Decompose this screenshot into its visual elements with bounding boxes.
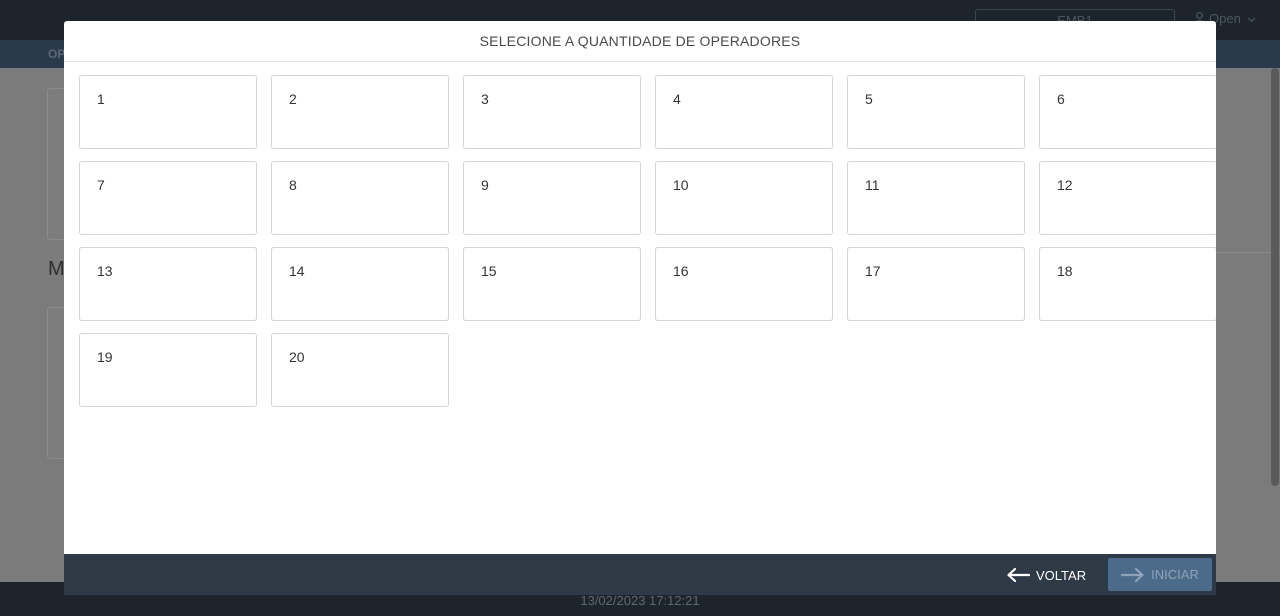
operator-option-11[interactable]: 11 <box>847 161 1025 235</box>
start-button[interactable]: INICIAR <box>1108 558 1212 591</box>
operator-option-15[interactable]: 15 <box>463 247 641 321</box>
option-label: 14 <box>289 263 305 279</box>
back-button[interactable]: VOLTAR <box>1006 564 1086 586</box>
dialog-title: SELECIONE A QUANTIDADE DE OPERADORES <box>64 21 1216 62</box>
back-button-label: VOLTAR <box>1036 567 1087 583</box>
option-label: 17 <box>865 263 881 279</box>
operator-option-2[interactable]: 2 <box>271 75 449 149</box>
operator-count-dialog: SELECIONE A QUANTIDADE DE OPERADORES 1 2… <box>64 21 1216 595</box>
option-label: 10 <box>673 177 689 193</box>
option-label: 11 <box>865 177 880 193</box>
operator-option-10[interactable]: 10 <box>655 161 833 235</box>
option-label: 16 <box>673 263 689 279</box>
operator-option-20[interactable]: 20 <box>271 333 449 407</box>
option-label: 2 <box>289 91 297 107</box>
operator-option-17[interactable]: 17 <box>847 247 1025 321</box>
option-label: 12 <box>1057 177 1073 193</box>
arrow-left-icon <box>1007 567 1030 583</box>
option-label: 3 <box>481 91 489 107</box>
operator-option-1[interactable]: 1 <box>79 75 257 149</box>
operator-option-5[interactable]: 5 <box>847 75 1025 149</box>
operator-option-4[interactable]: 4 <box>655 75 833 149</box>
option-label: 5 <box>865 91 873 107</box>
option-label: 8 <box>289 177 297 193</box>
chevron-down-icon <box>1247 11 1256 26</box>
option-label: 6 <box>1057 91 1065 107</box>
tab-op[interactable]: OP <box>48 47 65 61</box>
operator-option-3[interactable]: 3 <box>463 75 641 149</box>
operator-option-7[interactable]: 7 <box>79 161 257 235</box>
start-button-label: INICIAR <box>1151 567 1199 582</box>
datetime-display: 13/02/2023 17:12:21 <box>580 593 700 608</box>
option-label: 1 <box>97 91 105 107</box>
option-label: 7 <box>97 177 105 193</box>
operator-option-18[interactable]: 18 <box>1039 247 1216 321</box>
operator-option-19[interactable]: 19 <box>79 333 257 407</box>
option-label: 19 <box>97 349 113 365</box>
option-label: 4 <box>673 91 681 107</box>
option-label: 13 <box>97 263 113 279</box>
operator-option-6[interactable]: 6 <box>1039 75 1216 149</box>
operator-option-8[interactable]: 8 <box>271 161 449 235</box>
operator-option-9[interactable]: 9 <box>463 161 641 235</box>
option-label: 20 <box>289 349 305 365</box>
arrow-right-icon <box>1121 567 1144 582</box>
dialog-footer: VOLTAR INICIAR <box>64 554 1216 595</box>
operator-option-14[interactable]: 14 <box>271 247 449 321</box>
operator-option-16[interactable]: 16 <box>655 247 833 321</box>
operator-options-grid: 1 2 3 4 5 6 7 8 9 10 11 12 13 14 15 16 1… <box>79 75 1216 415</box>
option-label: 18 <box>1057 263 1073 279</box>
operator-option-13[interactable]: 13 <box>79 247 257 321</box>
scrollbar-thumb[interactable] <box>1271 68 1279 486</box>
section-heading: M <box>48 258 65 280</box>
option-label: 15 <box>481 263 497 279</box>
option-label: 9 <box>481 177 489 193</box>
operator-option-12[interactable]: 12 <box>1039 161 1216 235</box>
page-scrollbar[interactable] <box>1270 68 1280 582</box>
